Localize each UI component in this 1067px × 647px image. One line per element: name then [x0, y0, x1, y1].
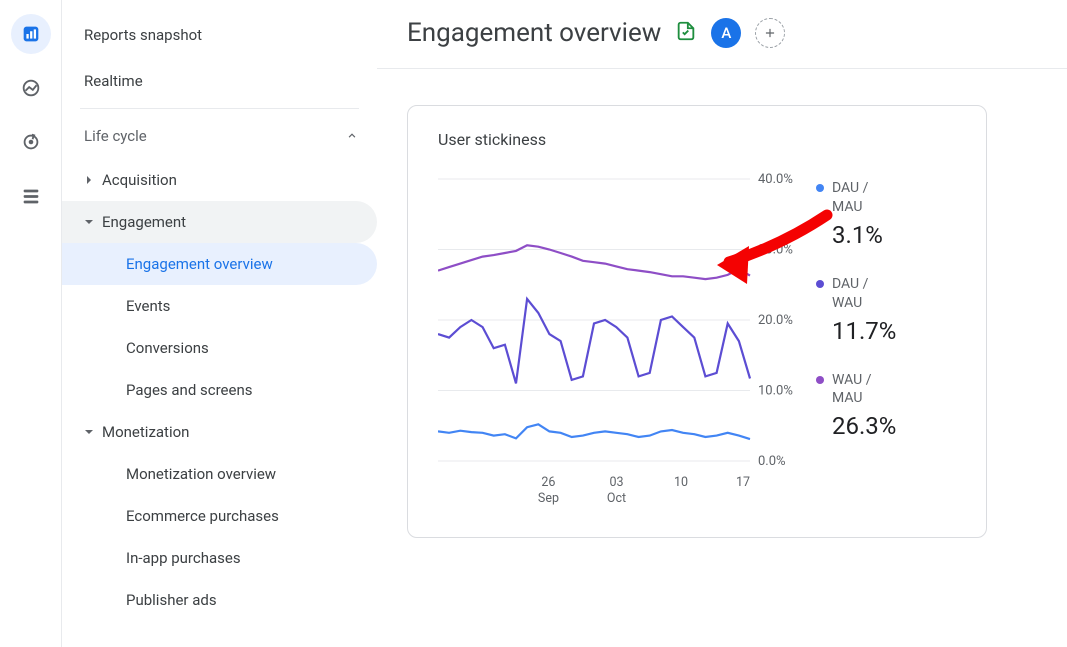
rail-explore-icon[interactable] [11, 68, 51, 108]
sidebar-group-engagement[interactable]: Engagement [62, 201, 377, 243]
sidebar-item-realtime[interactable]: Realtime [62, 58, 377, 104]
legend-label: WAU /MAU [832, 371, 871, 409]
svg-text:0.0%: 0.0% [758, 454, 786, 469]
svg-text:20.0%: 20.0% [758, 313, 793, 328]
sidebar-group-label: Engagement [102, 213, 186, 231]
x-tick: 03Oct [607, 475, 626, 506]
add-comparison-button[interactable] [755, 18, 785, 48]
legend-item-dau---mau: DAU /MAU 3.1% [816, 179, 962, 249]
legend-value: 11.7% [816, 317, 962, 345]
card-title: User stickiness [438, 130, 962, 149]
legend-item-wau---mau: WAU /MAU 26.3% [816, 371, 962, 441]
sidebar-item-reports-snapshot[interactable]: Reports snapshot [62, 12, 377, 58]
sidebar-item-pages-and-screens[interactable]: Pages and screens [62, 369, 377, 411]
x-tick: 10 [674, 475, 688, 506]
rail-advertising-icon[interactable] [11, 122, 51, 162]
sidebar-group-monetization[interactable]: Monetization [62, 411, 377, 453]
caret-right-icon [84, 175, 102, 185]
sidebar-section-label: Life cycle [84, 127, 147, 145]
sidebar-group-acquisition[interactable]: Acquisition [62, 159, 377, 201]
caret-down-icon [84, 427, 102, 437]
page-header: Engagement overview A [377, 0, 1067, 69]
stickiness-chart: 0.0% 10.0% 20.0% 30.0% 40.0% 26Sep 03Oct 10 17 [438, 173, 798, 513]
sidebar-section-life-cycle[interactable]: Life cycle [62, 113, 377, 159]
sidebar-item-events[interactable]: Events [62, 285, 377, 327]
sidebar-item-ecommerce-purchases[interactable]: Ecommerce purchases [62, 495, 377, 537]
page-title: Engagement overview [407, 18, 661, 48]
sidebar-item-conversions[interactable]: Conversions [62, 327, 377, 369]
sidebar-item-in-app-purchases[interactable]: In-app purchases [62, 537, 377, 579]
user-stickiness-card: User stickiness 0.0% 10.0% 20.0% 30.0% 40.0%… [407, 105, 987, 538]
sidebar-item-engagement-overview[interactable]: Engagement overview [62, 243, 377, 285]
main: Engagement overview A User stickiness 0.… [377, 0, 1067, 647]
svg-text:30.0%: 30.0% [758, 243, 793, 258]
icon-rail [0, 0, 62, 647]
main-body: User stickiness 0.0% 10.0% 20.0% 30.0% 40.0%… [377, 69, 1067, 574]
chevron-up-icon [345, 129, 359, 143]
legend-label: DAU /WAU [832, 275, 868, 313]
sidebar-group-label: Acquisition [102, 171, 177, 189]
rail-configure-icon[interactable] [11, 176, 51, 216]
legend-label: DAU /MAU [832, 179, 868, 217]
legend-item-dau---wau: DAU /WAU 11.7% [816, 275, 962, 345]
chart-legend: DAU /MAU 3.1% DAU /WAU 11.7% WAU /MAU 26… [816, 173, 962, 513]
sidebar-item-monetization-overview[interactable]: Monetization overview [62, 453, 377, 495]
sidebar: Reports snapshotRealtime Life cycle Acqu… [62, 0, 377, 647]
legend-value: 26.3% [816, 412, 962, 440]
x-tick: 17 [736, 475, 750, 506]
sidebar-item-publisher-ads[interactable]: Publisher ads [62, 579, 377, 621]
avatar[interactable]: A [711, 18, 741, 48]
verified-icon [675, 20, 697, 46]
svg-text:40.0%: 40.0% [758, 173, 793, 187]
legend-value: 3.1% [816, 221, 962, 249]
x-tick: 26Sep [538, 475, 559, 506]
sidebar-divider [80, 108, 359, 109]
sidebar-group-label: Monetization [102, 423, 189, 441]
caret-down-icon [84, 217, 102, 227]
svg-text:10.0%: 10.0% [758, 384, 793, 399]
rail-reports-icon[interactable] [11, 14, 51, 54]
